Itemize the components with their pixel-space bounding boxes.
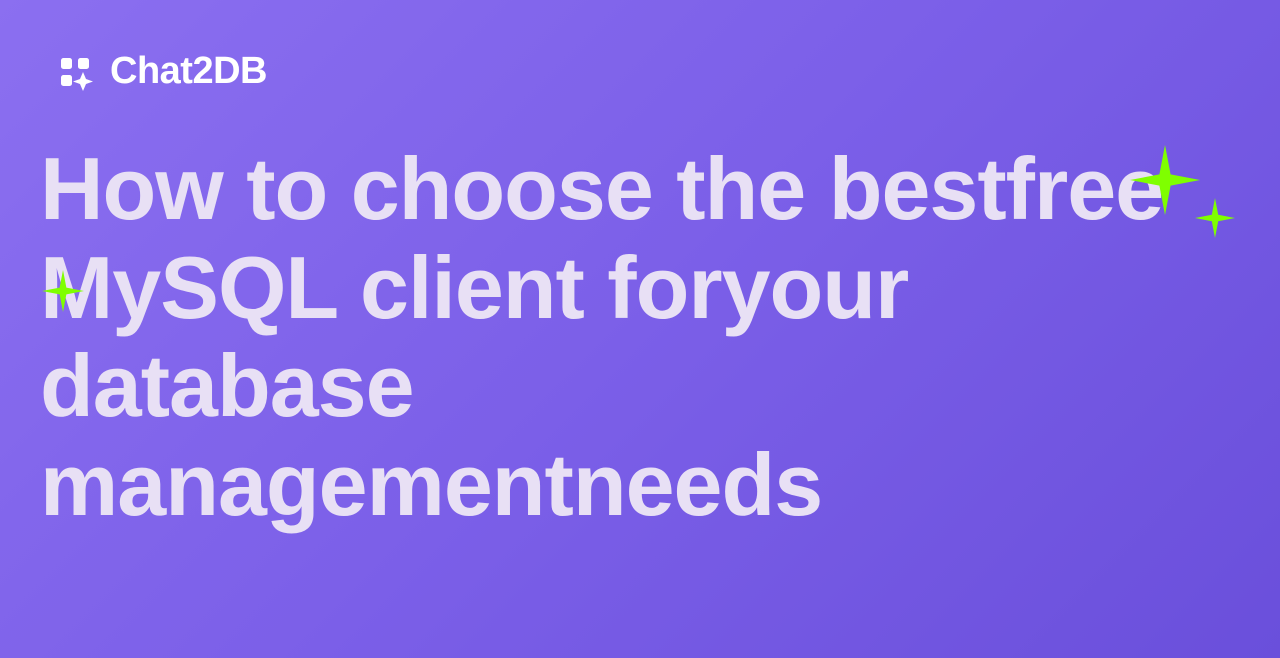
logo-section: Chat2DB [58,50,267,93]
sparkle-icon-large [1130,145,1200,215]
sparkle-icon-left [42,270,84,312]
page-title: How to choose the bestfree MySQL client … [40,140,1180,534]
logo-brand-name: Chat2DB [110,50,267,93]
sparkle-icon-small [1195,198,1235,238]
chat2db-logo-icon [58,52,98,92]
